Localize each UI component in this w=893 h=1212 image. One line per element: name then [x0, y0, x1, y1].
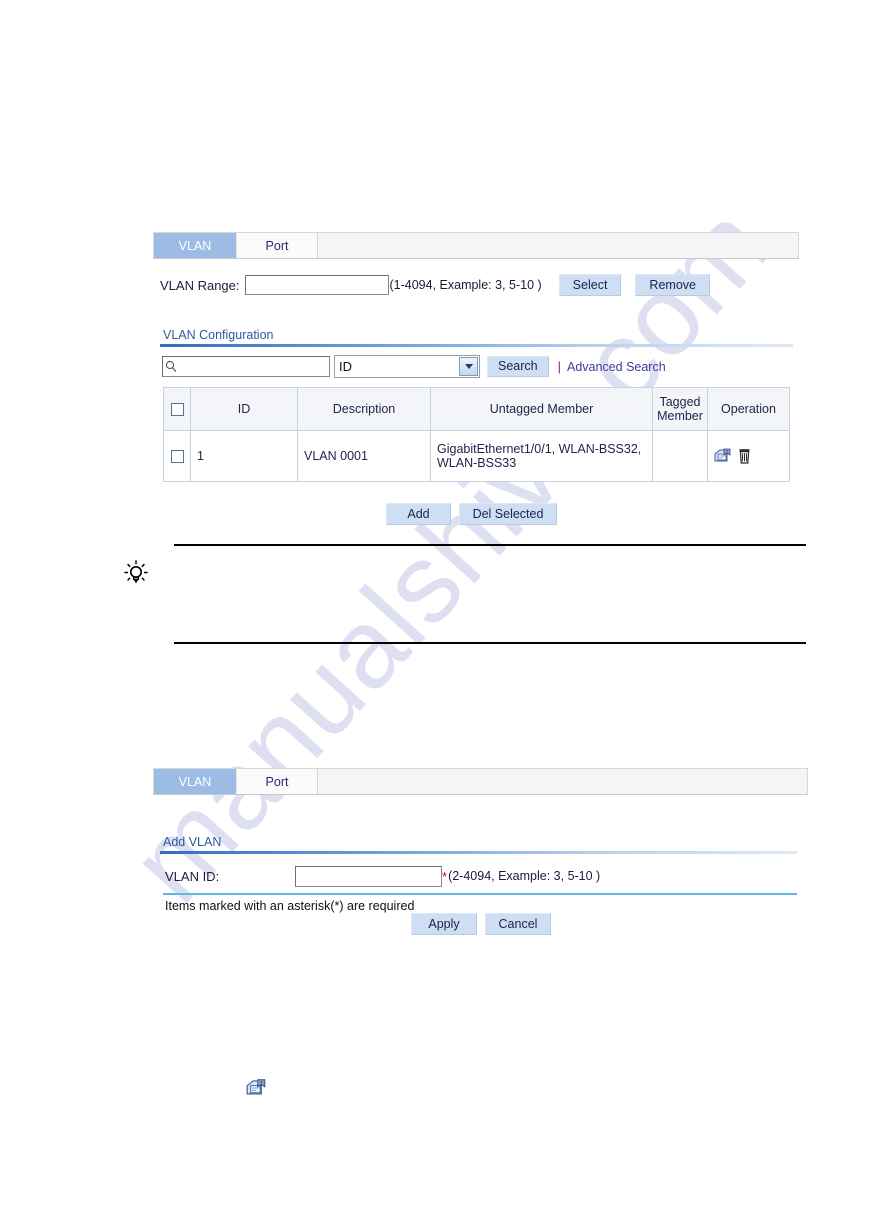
add-vlan-form: VLAN ID: * (2-4094, Example: 3, 5-10 ) I…	[163, 860, 797, 913]
remove-button[interactable]: Remove	[635, 274, 710, 296]
row-select-cell	[163, 430, 191, 482]
tab-port-2[interactable]: Port	[236, 769, 318, 794]
add-button[interactable]: Add	[386, 503, 451, 525]
search-field-selected-value: ID	[339, 359, 352, 374]
tabbar-filler-2	[318, 769, 807, 794]
tabbar-filler	[318, 233, 798, 258]
vlan-list-tabbar: VLAN Port	[153, 232, 799, 259]
vlan-range-label: VLAN Range:	[160, 277, 240, 293]
table-actions: Add Del Selected	[386, 503, 557, 525]
tab-vlan-2[interactable]: VLAN	[154, 769, 236, 794]
header-tagged-member[interactable]: Tagged Member	[652, 387, 708, 431]
tip-rule-top	[174, 544, 806, 546]
cell-untagged-member: GigabitEthernet1/0/1, WLAN-BSS32, WLAN-B…	[430, 430, 653, 482]
row-checkbox[interactable]	[170, 450, 184, 464]
tip-note-box	[118, 544, 806, 644]
vlan-table: ID Description Untagged Member Tagged Me…	[163, 387, 790, 482]
add-vlan-section-header: Add VLAN	[160, 835, 797, 854]
search-input[interactable]	[162, 356, 330, 377]
vlan-range-row: VLAN Range: (1-4094, Example: 3, 5-10 ) …	[160, 274, 710, 296]
vlan-id-row: VLAN ID: * (2-4094, Example: 3, 5-10 )	[163, 860, 797, 890]
cancel-button[interactable]: Cancel	[485, 913, 551, 935]
section-title-add-vlan: Add VLAN	[163, 835, 222, 849]
table-row: 1 VLAN 0001 GigabitEthernet1/0/1, WLAN-B…	[163, 430, 790, 482]
edit-icon	[246, 1079, 266, 1095]
vlan-id-input[interactable]	[295, 865, 442, 887]
required-fields-note: Items marked with an asterisk(*) are req…	[165, 899, 415, 913]
del-selected-button[interactable]: Del Selected	[459, 503, 557, 525]
vlan-range-input[interactable]	[244, 275, 389, 295]
delete-icon[interactable]	[738, 448, 751, 464]
search-separator: |	[557, 359, 561, 374]
select-button[interactable]: Select	[558, 274, 622, 296]
header-description[interactable]: Description	[297, 387, 431, 431]
tab-port[interactable]: Port	[236, 233, 318, 258]
search-button[interactable]: Search	[487, 356, 549, 377]
vlan-id-label: VLAN ID:	[165, 868, 220, 884]
cell-description: VLAN 0001	[297, 430, 431, 482]
add-vlan-tabbar: VLAN Port	[153, 768, 808, 795]
lightbulb-tip-icon	[124, 560, 148, 584]
header-untagged-member[interactable]: Untagged Member	[430, 387, 653, 431]
cell-operation	[707, 430, 790, 482]
advanced-search-link[interactable]: Advanced Search	[567, 360, 666, 374]
edit-icon[interactable]	[714, 448, 731, 464]
vlan-configuration-section-header: VLAN Configuration	[160, 328, 793, 347]
search-bar: ID Search | Advanced Search	[162, 355, 666, 378]
form-actions: Apply Cancel	[411, 913, 551, 935]
chevron-down-icon[interactable]	[459, 357, 478, 376]
vlan-id-hint: (2-4094, Example: 3, 5-10 )	[448, 869, 601, 883]
vlan-range-hint: (1-4094, Example: 3, 5-10 )	[389, 278, 542, 292]
header-select-all	[163, 387, 191, 431]
search-field-select[interactable]: ID	[334, 355, 480, 378]
header-operation: Operation	[707, 387, 790, 431]
cell-id: 1	[190, 430, 298, 482]
section-underline	[160, 344, 793, 347]
search-input-wrap	[162, 356, 330, 377]
section-underline-2	[160, 851, 797, 854]
cell-tagged-member	[652, 430, 708, 482]
form-bottom-rule	[163, 893, 797, 895]
header-id[interactable]: ID	[190, 387, 298, 431]
vlan-id-required-marker: *	[442, 868, 448, 884]
apply-button[interactable]: Apply	[411, 913, 477, 935]
tip-rule-bottom	[174, 642, 806, 644]
select-all-checkbox[interactable]	[170, 403, 184, 417]
section-title-vlan-configuration: VLAN Configuration	[163, 328, 274, 342]
tab-vlan[interactable]: VLAN	[154, 233, 236, 258]
table-header-row: ID Description Untagged Member Tagged Me…	[163, 387, 790, 431]
